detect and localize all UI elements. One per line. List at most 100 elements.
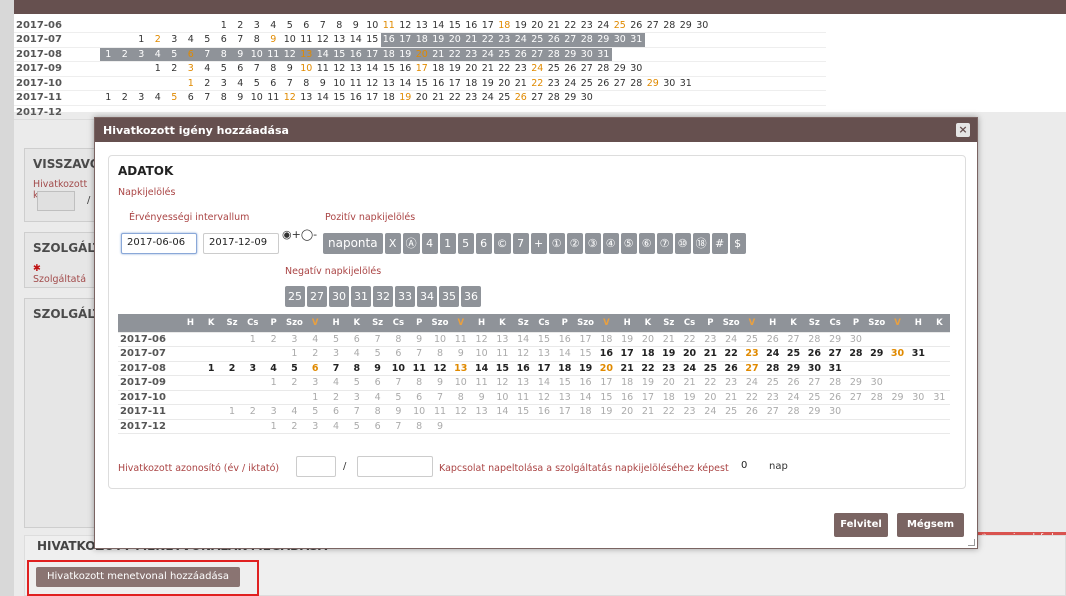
day-cell[interactable]: 1 — [263, 375, 285, 391]
day-cell[interactable]: 11 — [471, 375, 492, 391]
day-cell[interactable]: 5 — [284, 361, 305, 376]
day-cell[interactable]: 20 — [616, 404, 638, 420]
day-chip[interactable]: 4 — [421, 233, 438, 254]
day-chip[interactable]: 5 — [457, 233, 474, 254]
day-cell[interactable]: 25 — [762, 375, 784, 391]
day-cell[interactable]: 21 — [679, 375, 700, 391]
shift-input[interactable]: 0 — [735, 456, 763, 477]
day-chip[interactable]: ⑤ — [620, 233, 637, 254]
day-chip[interactable]: X — [384, 233, 401, 254]
day-cell[interactable]: 2 — [263, 332, 285, 347]
day-cell[interactable]: 26 — [803, 346, 825, 362]
day-cell[interactable]: 17 — [575, 332, 596, 347]
day-cell[interactable]: 22 — [658, 404, 680, 420]
day-cell[interactable]: 7 — [388, 375, 409, 391]
day-cell[interactable]: 15 — [491, 361, 513, 376]
day-cell[interactable]: 22 — [699, 375, 721, 391]
day-cell[interactable]: 23 — [720, 375, 742, 391]
day-chip[interactable]: Ⓐ — [402, 233, 420, 254]
day-cell[interactable]: 14 — [533, 375, 555, 391]
day-cell[interactable]: 6 — [388, 346, 409, 362]
day-cell[interactable]: 14 — [575, 390, 596, 405]
day-chip[interactable]: 35 — [439, 286, 459, 307]
ref-year-input[interactable] — [296, 456, 336, 477]
day-cell[interactable]: 1 — [263, 419, 285, 434]
day-cell[interactable]: 27 — [783, 332, 804, 347]
day-cell[interactable]: 18 — [575, 404, 596, 420]
day-cell[interactable]: 11 — [512, 390, 534, 405]
day-cell[interactable]: 18 — [595, 332, 617, 347]
day-cell[interactable]: 13 — [450, 361, 472, 376]
day-cell[interactable]: 11 — [450, 332, 472, 347]
day-cell[interactable]: 15 — [512, 404, 534, 420]
day-cell[interactable]: 20 — [679, 346, 700, 362]
day-cell[interactable]: 7 — [429, 390, 451, 405]
day-cell[interactable]: 28 — [783, 404, 804, 420]
day-cell[interactable]: 6 — [325, 404, 347, 420]
day-cell[interactable]: 2 — [284, 419, 305, 434]
day-chip[interactable]: 33 — [395, 286, 415, 307]
day-cell[interactable]: 10 — [408, 404, 430, 420]
day-cell[interactable]: 30 — [845, 332, 867, 347]
day-cell[interactable]: 8 — [367, 404, 388, 420]
day-cell[interactable]: 7 — [325, 361, 347, 376]
day-cell[interactable]: 27 — [741, 361, 763, 376]
day-cell[interactable]: 23 — [679, 404, 700, 420]
day-cell[interactable]: 24 — [720, 332, 742, 347]
day-cell[interactable]: 30 — [803, 361, 825, 376]
day-cell[interactable]: 5 — [304, 404, 326, 420]
day-cell[interactable]: 15 — [595, 390, 617, 405]
day-cell[interactable]: 12 — [450, 404, 472, 420]
day-cell[interactable]: 18 — [637, 346, 659, 362]
day-cell[interactable]: 6 — [408, 390, 430, 405]
day-cell[interactable]: 20 — [658, 375, 680, 391]
day-cell[interactable]: 9 — [388, 404, 409, 420]
day-cell[interactable]: 24 — [699, 404, 721, 420]
day-chip[interactable]: 32 — [373, 286, 393, 307]
day-cell[interactable]: 13 — [554, 390, 576, 405]
day-cell[interactable]: 1 — [221, 404, 243, 420]
day-cell[interactable]: 15 — [554, 375, 576, 391]
day-cell[interactable]: 31 — [824, 361, 846, 376]
day-cell[interactable]: 12 — [429, 361, 451, 376]
day-cell[interactable]: 19 — [637, 375, 659, 391]
day-cell[interactable]: 4 — [284, 404, 305, 420]
day-cell[interactable]: 13 — [512, 375, 534, 391]
day-cell[interactable]: 28 — [845, 346, 867, 362]
day-cell[interactable]: 23 — [658, 361, 680, 376]
date-from-input[interactable]: 2017-06-06 — [121, 233, 197, 254]
day-chip[interactable]: ⑥ — [638, 233, 655, 254]
day-cell[interactable]: 16 — [554, 332, 576, 347]
day-cell[interactable]: 4 — [325, 419, 347, 434]
day-cell[interactable]: 9 — [471, 390, 492, 405]
day-chip[interactable]: # — [711, 233, 728, 254]
day-cell[interactable]: 10 — [450, 375, 472, 391]
day-cell[interactable]: 9 — [429, 375, 451, 391]
day-cell[interactable]: 7 — [388, 419, 409, 434]
day-chip[interactable]: ① — [548, 233, 565, 254]
day-cell[interactable]: 17 — [554, 404, 576, 420]
day-cell[interactable]: 10 — [388, 361, 409, 376]
day-cell[interactable]: 3 — [304, 375, 326, 391]
day-chip[interactable]: 1 — [439, 233, 456, 254]
day-cell[interactable]: 22 — [741, 390, 763, 405]
day-cell[interactable]: 2 — [284, 375, 305, 391]
day-cell[interactable]: 1 — [242, 332, 264, 347]
day-cell[interactable]: 14 — [471, 361, 492, 376]
day-cell[interactable]: 23 — [699, 332, 721, 347]
day-cell[interactable]: 23 — [741, 346, 763, 362]
day-cell[interactable]: 21 — [616, 361, 638, 376]
day-cell[interactable]: 9 — [367, 361, 388, 376]
day-cell[interactable]: 8 — [388, 332, 409, 347]
day-cell[interactable]: 8 — [408, 419, 430, 434]
day-cell[interactable]: 28 — [824, 375, 846, 391]
day-chip[interactable]: 30 — [329, 286, 349, 307]
day-cell[interactable]: 17 — [616, 346, 638, 362]
day-chip[interactable]: ⑱ — [692, 233, 710, 254]
day-cell[interactable]: 29 — [866, 346, 888, 362]
polarity-radio[interactable]: ◉+◯- — [282, 228, 317, 241]
day-cell[interactable]: 25 — [720, 404, 742, 420]
close-icon[interactable]: × — [956, 123, 970, 137]
day-cell[interactable]: 1 — [304, 390, 326, 405]
day-cell[interactable]: 14 — [512, 332, 534, 347]
